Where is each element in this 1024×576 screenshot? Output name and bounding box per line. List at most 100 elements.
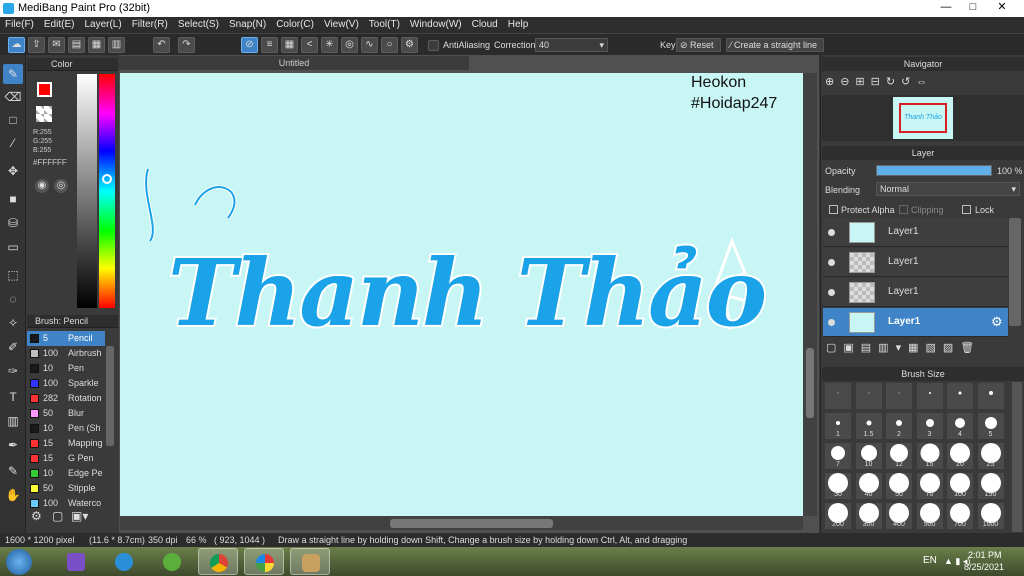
brush-size-cell[interactable]: 50 [885, 472, 913, 500]
brush-tool-icon[interactable]: ✎ [3, 64, 23, 84]
brush-size-cell[interactable]: 400 [885, 502, 913, 530]
bucket-tool-icon[interactable]: ⛁ [3, 213, 23, 233]
brush-item[interactable]: 100 Sparkle [27, 376, 105, 391]
visibility-icon[interactable] [828, 289, 835, 296]
brush-size-cell[interactable] [976, 382, 1005, 410]
share-icon[interactable]: ⇪ [28, 37, 45, 53]
brush-item[interactable]: 5 Pencil [27, 331, 105, 346]
brush-item[interactable]: 10 Pen (Sh [27, 421, 105, 436]
snap-ellipse-icon[interactable]: ○ [381, 37, 398, 53]
language-indicator[interactable]: EN [923, 555, 937, 566]
drawing-canvas[interactable]: Heokon #Hoidap247 Thanh Thảo [120, 73, 803, 516]
move-tool-icon[interactable]: ✥ [3, 161, 23, 181]
brush-item[interactable]: 282 Rotation [27, 391, 105, 406]
menu-help[interactable]: Help [503, 17, 534, 33]
layer-toolbar[interactable]: ▢▣▤▥▾▦▧▨🗑 [826, 341, 981, 354]
brush-size-cell[interactable]: 700 [946, 502, 974, 530]
maximize-button[interactable]: □ [962, 0, 984, 14]
rectangle-select-icon[interactable]: □ [3, 110, 23, 130]
brush-item[interactable]: 50 Blur [27, 406, 105, 421]
brush-size-cell[interactable]: 7 [824, 442, 852, 470]
layers-icon[interactable]: ▥ [108, 37, 125, 53]
brush-size-cell[interactable]: 40 [854, 472, 883, 500]
brush-size-cell[interactable]: 2 [885, 412, 913, 440]
vertical-scroll-thumb[interactable] [806, 348, 814, 418]
opacity-slider[interactable] [876, 165, 992, 176]
brush-size-cell[interactable]: 100 [946, 472, 974, 500]
brush-new-icon[interactable]: ▢ [52, 509, 63, 523]
brush-size-cell[interactable]: 3 [915, 412, 944, 440]
layer-row[interactable]: Layer1 ⚙ [823, 308, 1008, 337]
brush-size-cell[interactable]: 500 [915, 502, 944, 530]
brush-menu-icon[interactable]: ▣▾ [71, 509, 88, 523]
brush-size-cell[interactable] [915, 382, 944, 410]
brush-size-cell[interactable]: 5 [976, 412, 1005, 440]
lock-checkbox[interactable] [962, 205, 971, 214]
brush-size-cell[interactable]: 12 [885, 442, 913, 470]
menu-view[interactable]: View(V) [319, 17, 364, 33]
document-icon[interactable]: ▦ [88, 37, 105, 53]
close-button[interactable]: ✕ [991, 0, 1013, 14]
brush-size-cell[interactable]: 25 [976, 442, 1005, 470]
blur-tool-icon[interactable]: ⁄ [3, 133, 23, 153]
brush-size-cell[interactable]: 300 [854, 502, 883, 530]
brush-size-cell[interactable] [946, 382, 974, 410]
horizontal-scroll-thumb[interactable] [390, 519, 553, 528]
navigator-viewport[interactable]: Thanh Thảo [899, 103, 947, 133]
brush-item[interactable]: 10 Edge Pe [27, 466, 105, 481]
brush-size-cell[interactable]: 30 [824, 472, 852, 500]
palette-menu-icon[interactable]: ◎ [54, 179, 68, 193]
brush-size-cell[interactable]: 150 [976, 472, 1005, 500]
lasso-tool-icon[interactable]: ◌ [3, 289, 23, 309]
divide-tool-icon[interactable]: ▥ [3, 411, 23, 431]
layer-list-scrollbar[interactable] [1009, 218, 1021, 326]
document-tab[interactable]: Untitled [119, 56, 469, 70]
canvas-horizontal-scrollbar[interactable] [120, 516, 803, 530]
blending-select[interactable]: Normal ▾ [876, 182, 1020, 196]
snap-radial-icon[interactable]: ✳ [321, 37, 338, 53]
menu-layer[interactable]: Layer(L) [79, 17, 126, 33]
medibang-icon[interactable] [244, 548, 284, 575]
brush-item[interactable]: 100 Airbrush [27, 346, 105, 361]
menu-edit[interactable]: Edit(E) [39, 17, 80, 33]
menu-select[interactable]: Select(S) [173, 17, 224, 33]
visual-studio-icon[interactable] [56, 548, 96, 575]
brush-size-cell[interactable] [824, 382, 852, 410]
magic-wand-icon[interactable]: ✧ [3, 313, 23, 333]
correction-select[interactable]: 40 ▾ [535, 38, 608, 52]
redo-icon[interactable]: ↷ [178, 37, 195, 53]
menu-snap[interactable]: Snap(N) [224, 17, 271, 33]
brush-item[interactable]: 15 G Pen [27, 451, 105, 466]
brush-item[interactable]: 50 Stipple [27, 481, 105, 496]
navigator-toolbar[interactable]: ⊕⊖⊞⊟↻↺⇔ [825, 75, 995, 93]
hue-slider-handle[interactable] [102, 174, 112, 184]
menu-filter[interactable]: Filter(R) [127, 17, 173, 33]
select-pen-icon[interactable]: ✐ [3, 337, 23, 357]
clock-time[interactable]: 2:01 PM [968, 550, 1002, 560]
select-eraser-icon[interactable]: ✑ [3, 361, 23, 381]
brush-size-cell[interactable]: 1 [824, 412, 852, 440]
layer-row[interactable]: Layer1 [823, 248, 1008, 277]
hue-slider[interactable] [99, 74, 115, 308]
brush-size-cell[interactable] [854, 382, 883, 410]
brush-size-cell[interactable] [885, 382, 913, 410]
coccoc-browser-icon[interactable] [152, 548, 192, 575]
brush-list-scrollbar[interactable] [106, 346, 114, 446]
brush-size-cell[interactable]: 20 [946, 442, 974, 470]
brush-size-cell[interactable]: 1.5 [854, 412, 883, 440]
text-tool-icon[interactable]: T [3, 387, 23, 407]
palette-icon[interactable]: ◉ [35, 179, 49, 193]
navigator-view[interactable]: Thanh Thảo [822, 95, 1024, 141]
brush-size-cell[interactable]: 1000 [976, 502, 1005, 530]
gradient-tool-icon[interactable]: ▭ [3, 237, 23, 257]
layer-settings-icon[interactable]: ⚙ [991, 314, 1003, 330]
undo-icon[interactable]: ↶ [153, 37, 170, 53]
start-button-icon[interactable] [6, 549, 32, 575]
snap-curve-icon[interactable]: ∿ [361, 37, 378, 53]
snap-parallel-icon[interactable]: ≡ [261, 37, 278, 53]
pen-tool-icon[interactable]: ✎ [3, 461, 23, 481]
layer-row[interactable]: Layer1 [823, 218, 1008, 247]
snap-circle-icon[interactable]: ◎ [341, 37, 358, 53]
brush-add-icon[interactable]: ⚙ [31, 509, 42, 523]
menu-color[interactable]: Color(C) [271, 17, 319, 33]
